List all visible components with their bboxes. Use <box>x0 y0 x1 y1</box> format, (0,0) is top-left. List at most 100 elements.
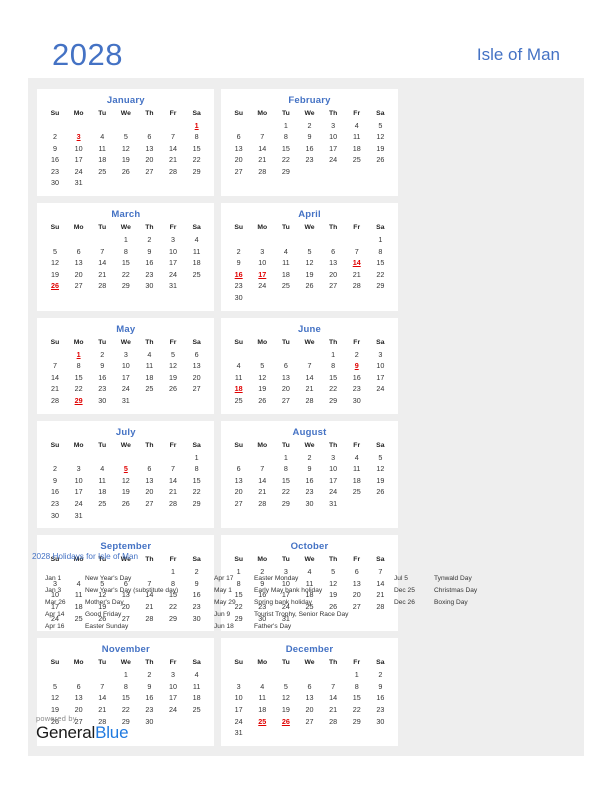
day-cell[interactable]: 29 <box>185 498 209 510</box>
day-cell[interactable]: 23 <box>138 269 162 281</box>
day-cell[interactable]: 13 <box>67 257 91 269</box>
day-cell[interactable]: 29 <box>369 280 393 292</box>
day-cell[interactable]: 20 <box>67 269 91 281</box>
day-cell[interactable]: 2 <box>90 349 114 361</box>
day-cell[interactable]: 24 <box>67 498 91 510</box>
day-cell[interactable]: 9 <box>138 681 162 693</box>
day-cell[interactable]: 30 <box>43 510 67 522</box>
day-cell[interactable]: 24 <box>161 704 185 716</box>
day-cell[interactable]: 25 <box>274 280 298 292</box>
day-cell[interactable]: 27 <box>138 498 162 510</box>
day-cell[interactable]: 29 <box>274 498 298 510</box>
day-cell[interactable]: 16 <box>369 692 393 704</box>
day-cell[interactable]: 11 <box>138 360 162 372</box>
day-cell[interactable]: 20 <box>274 383 298 395</box>
day-cell[interactable]: 28 <box>250 498 274 510</box>
day-cell[interactable]: 6 <box>138 463 162 475</box>
day-cell[interactable]: 20 <box>138 154 162 166</box>
day-cell[interactable]: 21 <box>43 383 67 395</box>
day-cell[interactable]: 23 <box>298 154 322 166</box>
day-cell[interactable]: 16 <box>43 486 67 498</box>
day-cell[interactable]: 18 <box>90 154 114 166</box>
day-cell[interactable]: 31 <box>67 177 91 189</box>
day-cell[interactable]: 22 <box>185 486 209 498</box>
day-cell-holiday[interactable]: 14 <box>345 257 369 269</box>
day-cell[interactable]: 6 <box>185 349 209 361</box>
day-cell[interactable]: 16 <box>345 372 369 384</box>
day-cell[interactable]: 3 <box>321 120 345 132</box>
day-cell[interactable]: 13 <box>138 475 162 487</box>
day-cell[interactable]: 29 <box>345 716 369 728</box>
day-cell[interactable]: 9 <box>43 143 67 155</box>
day-cell[interactable]: 9 <box>298 131 322 143</box>
day-cell[interactable]: 10 <box>227 692 251 704</box>
day-cell[interactable]: 21 <box>298 383 322 395</box>
day-cell[interactable]: 22 <box>274 486 298 498</box>
day-cell[interactable]: 8 <box>321 360 345 372</box>
day-cell[interactable]: 12 <box>250 372 274 384</box>
day-cell[interactable]: 3 <box>321 452 345 464</box>
day-cell[interactable]: 12 <box>114 475 138 487</box>
day-cell[interactable]: 20 <box>138 486 162 498</box>
day-cell[interactable]: 7 <box>161 131 185 143</box>
day-cell[interactable]: 29 <box>114 280 138 292</box>
day-cell[interactable]: 13 <box>321 257 345 269</box>
day-cell-holiday[interactable]: 26 <box>43 280 67 292</box>
day-cell[interactable]: 28 <box>161 166 185 178</box>
day-cell[interactable]: 4 <box>90 131 114 143</box>
day-cell[interactable]: 20 <box>185 372 209 384</box>
day-cell[interactable]: 18 <box>90 486 114 498</box>
day-cell[interactable]: 31 <box>67 510 91 522</box>
day-cell[interactable]: 8 <box>369 246 393 258</box>
day-cell[interactable]: 3 <box>369 349 393 361</box>
day-cell[interactable]: 13 <box>227 143 251 155</box>
day-cell[interactable]: 21 <box>161 154 185 166</box>
day-cell[interactable]: 17 <box>369 372 393 384</box>
day-cell[interactable]: 26 <box>298 280 322 292</box>
day-cell[interactable]: 16 <box>138 692 162 704</box>
day-cell[interactable]: 13 <box>138 143 162 155</box>
day-cell[interactable]: 28 <box>321 716 345 728</box>
day-cell[interactable]: 23 <box>43 498 67 510</box>
day-cell[interactable]: 9 <box>90 360 114 372</box>
day-cell[interactable]: 22 <box>369 269 393 281</box>
day-cell[interactable]: 6 <box>298 681 322 693</box>
day-cell[interactable]: 4 <box>138 349 162 361</box>
day-cell[interactable]: 15 <box>114 257 138 269</box>
day-cell[interactable]: 17 <box>114 372 138 384</box>
day-cell[interactable]: 30 <box>43 177 67 189</box>
day-cell[interactable]: 5 <box>369 452 393 464</box>
day-cell[interactable]: 2 <box>138 234 162 246</box>
day-cell[interactable]: 15 <box>114 692 138 704</box>
day-cell[interactable]: 27 <box>227 166 251 178</box>
day-cell[interactable]: 13 <box>185 360 209 372</box>
day-cell[interactable]: 18 <box>345 475 369 487</box>
day-cell[interactable]: 11 <box>185 246 209 258</box>
day-cell[interactable]: 23 <box>345 383 369 395</box>
day-cell[interactable]: 11 <box>345 463 369 475</box>
day-cell[interactable]: 6 <box>227 463 251 475</box>
day-cell[interactable]: 30 <box>345 395 369 407</box>
day-cell[interactable]: 30 <box>227 292 251 304</box>
day-cell[interactable]: 24 <box>369 383 393 395</box>
day-cell[interactable]: 18 <box>138 372 162 384</box>
day-cell[interactable]: 3 <box>250 246 274 258</box>
day-cell[interactable]: 19 <box>298 269 322 281</box>
day-cell[interactable]: 7 <box>321 681 345 693</box>
day-cell[interactable]: 27 <box>298 716 322 728</box>
day-cell[interactable]: 7 <box>345 246 369 258</box>
day-cell[interactable]: 7 <box>43 360 67 372</box>
day-cell-holiday[interactable]: 17 <box>250 269 274 281</box>
day-cell[interactable]: 10 <box>67 475 91 487</box>
day-cell[interactable]: 23 <box>90 383 114 395</box>
day-cell[interactable]: 4 <box>185 234 209 246</box>
day-cell[interactable]: 2 <box>138 669 162 681</box>
day-cell[interactable]: 16 <box>298 143 322 155</box>
day-cell-holiday[interactable]: 29 <box>67 395 91 407</box>
day-cell[interactable]: 7 <box>161 463 185 475</box>
day-cell[interactable]: 5 <box>43 681 67 693</box>
day-cell[interactable]: 16 <box>138 257 162 269</box>
day-cell[interactable]: 4 <box>250 681 274 693</box>
day-cell[interactable]: 14 <box>161 143 185 155</box>
day-cell[interactable]: 25 <box>90 166 114 178</box>
